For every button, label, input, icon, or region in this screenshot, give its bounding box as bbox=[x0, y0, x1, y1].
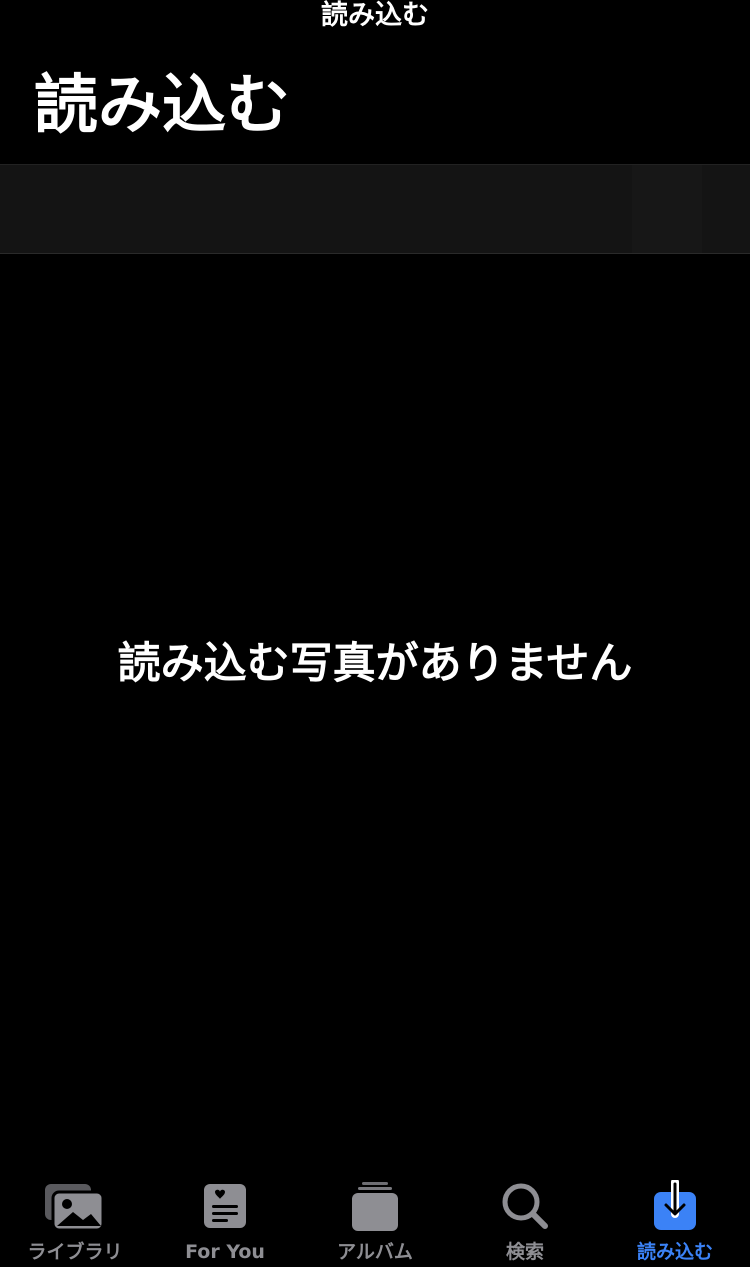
page-title: 読み込む bbox=[34, 69, 290, 143]
tab-library-label: ライブラリ bbox=[27, 1241, 123, 1263]
import-toolbar bbox=[0, 164, 750, 254]
tab-library[interactable]: ライブラリ bbox=[0, 1170, 150, 1267]
albums-icon bbox=[352, 1182, 398, 1231]
tab-import[interactable]: 読み込む bbox=[600, 1170, 750, 1267]
tab-search[interactable]: 検索 bbox=[450, 1170, 600, 1267]
import-icon bbox=[654, 1180, 696, 1230]
tab-for-you-label: For You bbox=[185, 1241, 265, 1263]
tab-albums[interactable]: アルバム bbox=[300, 1170, 450, 1267]
tab-for-you[interactable]: For You bbox=[150, 1170, 300, 1267]
photo-library-icon bbox=[45, 1184, 105, 1232]
search-icon bbox=[502, 1183, 548, 1229]
tab-search-label: 検索 bbox=[505, 1241, 544, 1263]
tab-albums-label: アルバム bbox=[337, 1241, 413, 1263]
tab-import-label: 読み込む bbox=[636, 1241, 713, 1263]
for-you-icon bbox=[204, 1184, 246, 1228]
nav-bar-title: 読み込む bbox=[321, 0, 429, 31]
tab-bar: ライブラリ For You アルバム 検索 読み込む bbox=[0, 1170, 750, 1267]
empty-state-message: 読み込む写真がありません bbox=[117, 639, 633, 689]
toolbar-fade bbox=[632, 165, 702, 253]
